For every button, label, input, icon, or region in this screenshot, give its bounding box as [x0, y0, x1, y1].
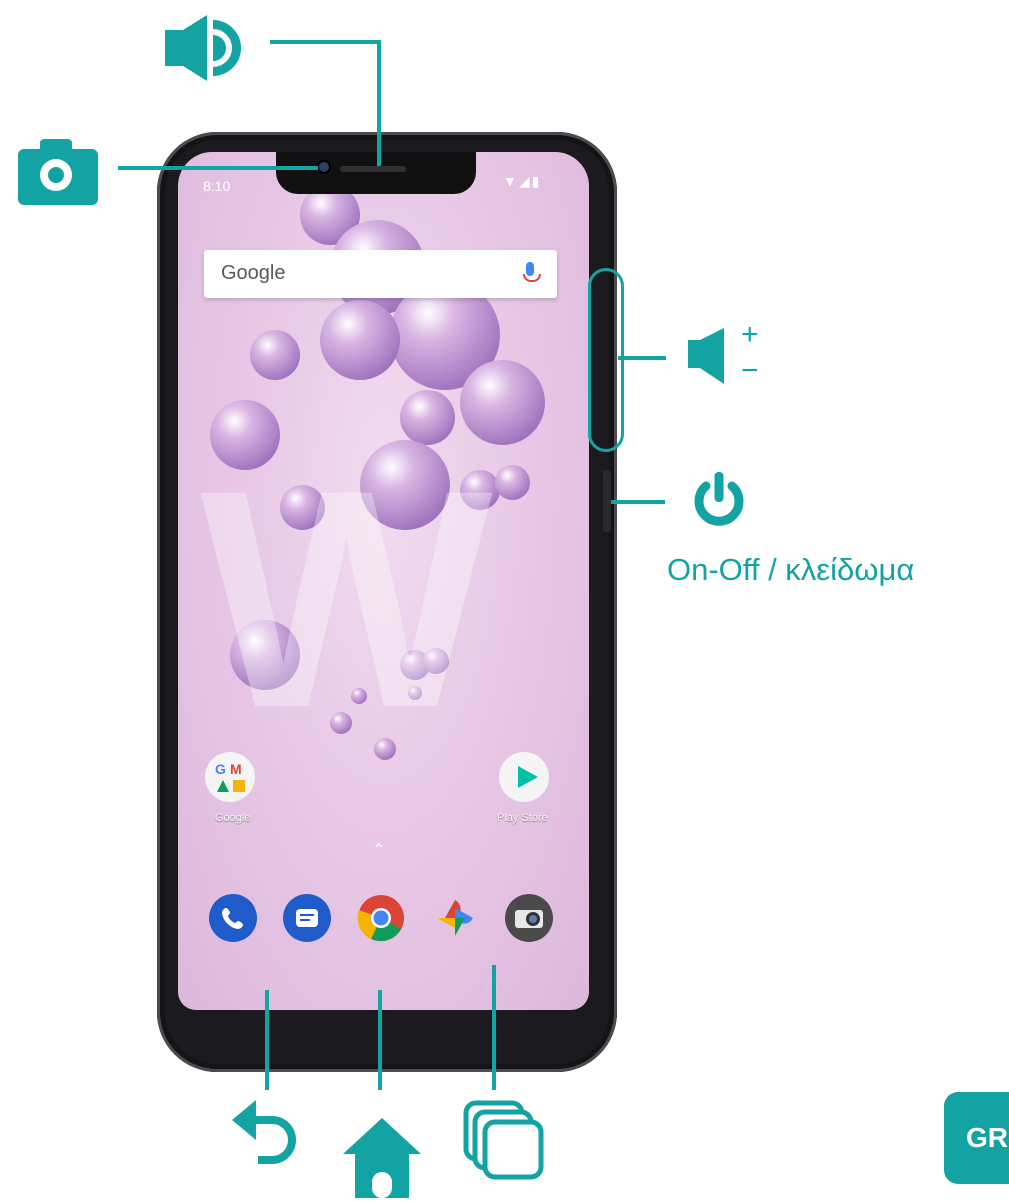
annotation-line [118, 166, 318, 170]
phone-icon[interactable] [209, 894, 257, 942]
power-button [603, 470, 611, 532]
annotation-line [492, 965, 496, 1090]
annotation-line [265, 990, 269, 1090]
volume-buttons-outline [588, 268, 624, 452]
app-label-google: Google [215, 812, 251, 824]
google-logo: Google [221, 262, 286, 284]
wallpaper-bubble [250, 330, 300, 380]
camera-icon [18, 137, 100, 210]
volume-minus-label: − [741, 354, 759, 387]
display-notch [276, 152, 476, 194]
front-camera [319, 162, 329, 172]
wallpaper-bubble [460, 360, 545, 445]
chevron-up-icon[interactable]: ⌃ [372, 840, 385, 860]
speaker-icon [165, 15, 255, 90]
power-label: On-Off / κλείδωμα [667, 552, 915, 587]
wallpaper-bubble [460, 470, 500, 510]
w-watermark: W [200, 425, 493, 772]
back-arrow-icon [232, 1100, 304, 1171]
signal-icon: ▼◢▮ [503, 173, 542, 189]
annotation-line [618, 356, 666, 360]
annotation-line [377, 40, 381, 166]
messages-icon[interactable] [283, 894, 331, 942]
camera-icon[interactable] [505, 894, 553, 942]
svg-text:M: M [230, 761, 242, 777]
earpiece-speaker [340, 166, 406, 172]
annotation-line [270, 40, 380, 44]
google-folder-icon[interactable]: G M [205, 752, 255, 802]
play-store-triangle [518, 766, 538, 788]
mic-icon[interactable] [523, 262, 541, 282]
volume-icon [688, 328, 738, 397]
annotation-line [378, 990, 382, 1090]
volume-plus-label: + [741, 318, 759, 351]
svg-text:G: G [215, 761, 226, 777]
chrome-icon[interactable] [357, 894, 405, 942]
wallpaper-bubble [320, 300, 400, 380]
power-icon [690, 470, 748, 539]
status-time: 8:10 [203, 178, 231, 194]
photos-icon[interactable] [431, 894, 479, 942]
home-icon [343, 1118, 421, 1203]
recents-icon [463, 1100, 547, 1185]
wallpaper-bubble [495, 465, 530, 500]
language-badge-text: GR [966, 1122, 1008, 1153]
app-label-play-store: Play Store [497, 812, 548, 824]
annotation-line [611, 500, 665, 504]
